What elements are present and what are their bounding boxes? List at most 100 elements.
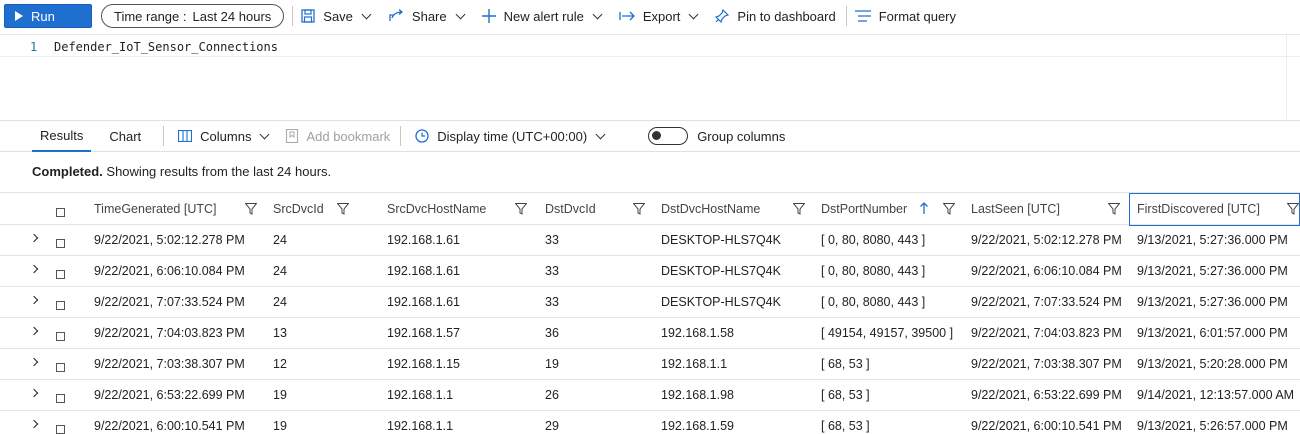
new-alert-rule-button[interactable]: New alert rule xyxy=(481,9,603,24)
cell-dst-dvc-id: 19 xyxy=(545,357,559,371)
bookmark-icon xyxy=(286,129,299,143)
cell-first-discovered: 9/14/2021, 12:13:57.000 AM xyxy=(1137,388,1295,402)
time-range-button[interactable]: Time range : Last 24 hours xyxy=(101,4,285,28)
add-bookmark-label: Add bookmark xyxy=(306,128,391,144)
columns-icon xyxy=(178,130,193,142)
export-label: Export xyxy=(642,8,681,24)
run-button[interactable]: Run xyxy=(4,4,92,28)
cell-first-discovered: 9/13/2021, 6:01:57.000 PM xyxy=(1137,326,1288,340)
columns-label: Columns xyxy=(200,128,252,144)
row-checkbox[interactable] xyxy=(56,363,65,372)
cell-time-generated: 9/22/2021, 6:00:10.541 PM xyxy=(94,419,245,433)
chevron-down-icon xyxy=(455,9,466,19)
cell-dst-dvc-id: 33 xyxy=(545,233,559,247)
cell-dst-port-number: [ 0, 80, 8080, 443 ] xyxy=(821,264,926,278)
cell-time-generated: 9/22/2021, 7:07:33.524 PM xyxy=(94,295,245,309)
cell-first-discovered: 9/13/2021, 5:27:36.000 PM xyxy=(1137,264,1288,278)
filter-icon[interactable] xyxy=(1107,203,1121,218)
table-row[interactable]: 9/22/2021, 6:53:22.699 PM 19 192.168.1.1 26… xyxy=(0,380,1300,411)
toolbar-divider xyxy=(163,126,165,146)
select-all-checkbox[interactable] xyxy=(56,208,65,217)
expand-row-chevron-icon[interactable] xyxy=(29,264,39,274)
expand-row-chevron-icon[interactable] xyxy=(29,233,39,243)
filter-icon[interactable] xyxy=(336,203,350,218)
filter-icon[interactable] xyxy=(942,203,956,218)
filter-icon[interactable] xyxy=(514,203,528,218)
sort-ascending-icon[interactable] xyxy=(919,202,929,218)
cell-dst-dvc-hostname: 192.168.1.58 xyxy=(661,326,734,340)
cell-first-discovered: 9/13/2021, 5:27:36.000 PM xyxy=(1137,233,1288,247)
table-row[interactable]: 9/22/2021, 7:07:33.524 PM 24 192.168.1.61 3… xyxy=(0,287,1300,318)
time-range-value: Last 24 hours xyxy=(192,8,272,24)
cell-src-dvc-id: 19 xyxy=(273,419,287,433)
row-checkbox[interactable] xyxy=(56,332,65,341)
results-toolbar: Results Chart Columns Add bookmark Displ… xyxy=(0,120,1300,152)
cell-dst-dvc-hostname: DESKTOP-HLS7Q4K xyxy=(661,264,781,278)
query-text[interactable]: Defender_IoT_Sensor_Connections xyxy=(54,40,278,54)
row-checkbox[interactable] xyxy=(56,239,65,248)
expand-row-chevron-icon[interactable] xyxy=(29,295,39,305)
cell-src-dvc-id: 13 xyxy=(273,326,287,340)
format-query-button[interactable]: Format query xyxy=(854,9,956,24)
editor-scrollbar[interactable] xyxy=(1286,35,1300,119)
row-checkbox[interactable] xyxy=(56,394,65,403)
row-checkbox[interactable] xyxy=(56,301,65,310)
query-editor[interactable]: 1 Defender_IoT_Sensor_Connections xyxy=(0,34,1300,119)
tab-chart[interactable]: Chart xyxy=(101,121,149,152)
pin-to-dashboard-button[interactable]: Pin to dashboard xyxy=(715,9,836,24)
cell-last-seen: 9/22/2021, 6:06:10.084 PM xyxy=(971,264,1122,278)
column-header-first-discovered[interactable]: FirstDiscovered [UTC] xyxy=(1137,193,1297,224)
cell-last-seen: 9/22/2021, 6:00:10.541 PM xyxy=(971,419,1122,433)
columns-button[interactable]: Columns xyxy=(178,128,270,144)
cell-src-dvc-id: 12 xyxy=(273,357,287,371)
cell-dst-port-number: [ 68, 53 ] xyxy=(821,357,870,371)
export-button[interactable]: Export xyxy=(619,8,699,24)
share-button[interactable]: Share xyxy=(388,9,466,24)
toolbar-divider xyxy=(845,6,847,26)
row-checkbox[interactable] xyxy=(56,270,65,279)
plus-icon xyxy=(481,9,496,23)
cell-src-dvc-hostname: 192.168.1.15 xyxy=(387,357,460,371)
save-button[interactable]: Save xyxy=(301,8,372,24)
cell-dst-port-number: [ 0, 80, 8080, 443 ] xyxy=(821,295,926,309)
cell-dst-port-number: [ 68, 53 ] xyxy=(821,388,870,402)
cell-src-dvc-hostname: 192.168.1.57 xyxy=(387,326,460,340)
cell-dst-dvc-id: 33 xyxy=(545,264,559,278)
group-columns-label: Group columns xyxy=(697,128,786,144)
display-time-label: Display time (UTC+00:00) xyxy=(437,128,588,144)
chevron-down-icon xyxy=(361,9,372,19)
filter-icon[interactable] xyxy=(1286,203,1300,218)
column-header-time-generated[interactable]: TimeGenerated [UTC] xyxy=(94,193,269,224)
table-row[interactable]: 9/22/2021, 6:00:10.541 PM 19 192.168.1.1 29… xyxy=(0,411,1300,434)
tab-results[interactable]: Results xyxy=(32,121,92,152)
expand-row-chevron-icon[interactable] xyxy=(29,357,39,367)
cell-first-discovered: 9/13/2021, 5:20:28.000 PM xyxy=(1137,357,1288,371)
cell-src-dvc-id: 24 xyxy=(273,264,287,278)
display-time-button[interactable]: Display time (UTC+00:00) xyxy=(415,128,606,144)
table-header: TimeGenerated [UTC] SrcDvcId SrcDvcHostNam… xyxy=(0,192,1300,226)
table-row[interactable]: 9/22/2021, 7:04:03.823 PM 13 192.168.1.57 3… xyxy=(0,318,1300,349)
column-header-src-dvc-id[interactable]: SrcDvcId xyxy=(273,193,383,224)
expand-row-chevron-icon[interactable] xyxy=(29,388,39,398)
save-label: Save xyxy=(323,8,353,24)
share-icon xyxy=(389,9,403,21)
chevron-down-icon xyxy=(592,9,603,19)
cell-time-generated: 9/22/2021, 6:06:10.084 PM xyxy=(94,264,245,278)
filter-icon[interactable] xyxy=(632,203,646,218)
row-checkbox[interactable] xyxy=(56,425,65,434)
table-row[interactable]: 9/22/2021, 5:02:12.278 PM 24 192.168.1.61 3… xyxy=(0,225,1300,256)
cell-last-seen: 9/22/2021, 5:02:12.278 PM xyxy=(971,233,1122,247)
table-row[interactable]: 9/22/2021, 7:03:38.307 PM 12 192.168.1.15 1… xyxy=(0,349,1300,380)
table-row[interactable]: 9/22/2021, 6:06:10.084 PM 24 192.168.1.61 3… xyxy=(0,256,1300,287)
cell-time-generated: 9/22/2021, 7:03:38.307 PM xyxy=(94,357,245,371)
filter-icon[interactable] xyxy=(244,203,258,218)
cell-src-dvc-hostname: 192.168.1.61 xyxy=(387,264,460,278)
chevron-down-icon xyxy=(595,129,606,139)
expand-row-chevron-icon[interactable] xyxy=(29,419,39,429)
group-columns-toggle[interactable] xyxy=(648,127,689,145)
cell-time-generated: 9/22/2021, 7:04:03.823 PM xyxy=(94,326,245,340)
column-header-last-seen[interactable]: LastSeen [UTC] xyxy=(971,193,1131,224)
filter-icon[interactable] xyxy=(792,203,806,218)
add-bookmark-button[interactable]: Add bookmark xyxy=(286,129,390,144)
expand-row-chevron-icon[interactable] xyxy=(29,326,39,336)
